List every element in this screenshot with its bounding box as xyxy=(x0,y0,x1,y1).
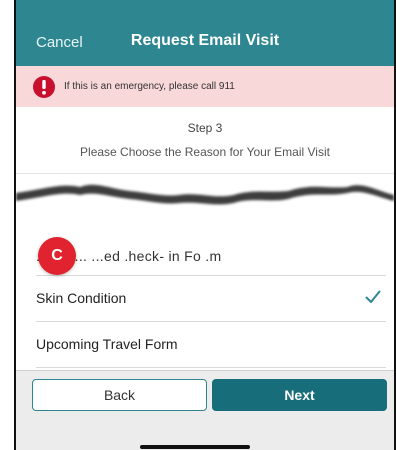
alert-icon xyxy=(33,75,55,98)
back-button[interactable]: Back xyxy=(32,379,207,411)
step-badge: C xyxy=(38,237,76,275)
step-label: Step 3 xyxy=(187,121,223,135)
torn-edge-divider xyxy=(16,184,394,205)
home-indicator xyxy=(140,445,250,449)
list-item[interactable]: Skin Condition xyxy=(36,276,386,322)
list-item[interactable]: Upcoming Travel Form xyxy=(36,322,386,368)
top-nav-bar: Cancel Request Email Visit xyxy=(16,0,394,66)
step-subtitle: Please Choose the Reason for Your Email … xyxy=(80,145,330,159)
next-button[interactable]: Next xyxy=(212,379,387,411)
checkmark-icon xyxy=(365,290,381,303)
option-label: Skin Condition xyxy=(36,290,127,306)
step-header: Step 3 Please Choose the Reason for Your… xyxy=(16,107,394,174)
list-item[interactable]: .ician ... ...ed .heck- in Fo .m xyxy=(36,226,386,276)
emergency-text: If this is an emergency, please call 911 xyxy=(64,81,235,92)
app-screen: Cancel Request Email Visit If this is an… xyxy=(14,0,396,450)
emergency-banner: If this is an emergency, please call 911 xyxy=(16,66,394,107)
option-label: Upcoming Travel Form xyxy=(36,336,178,352)
page-title: Request Email Visit xyxy=(130,32,280,49)
footer-bar: Back Next xyxy=(16,370,394,450)
